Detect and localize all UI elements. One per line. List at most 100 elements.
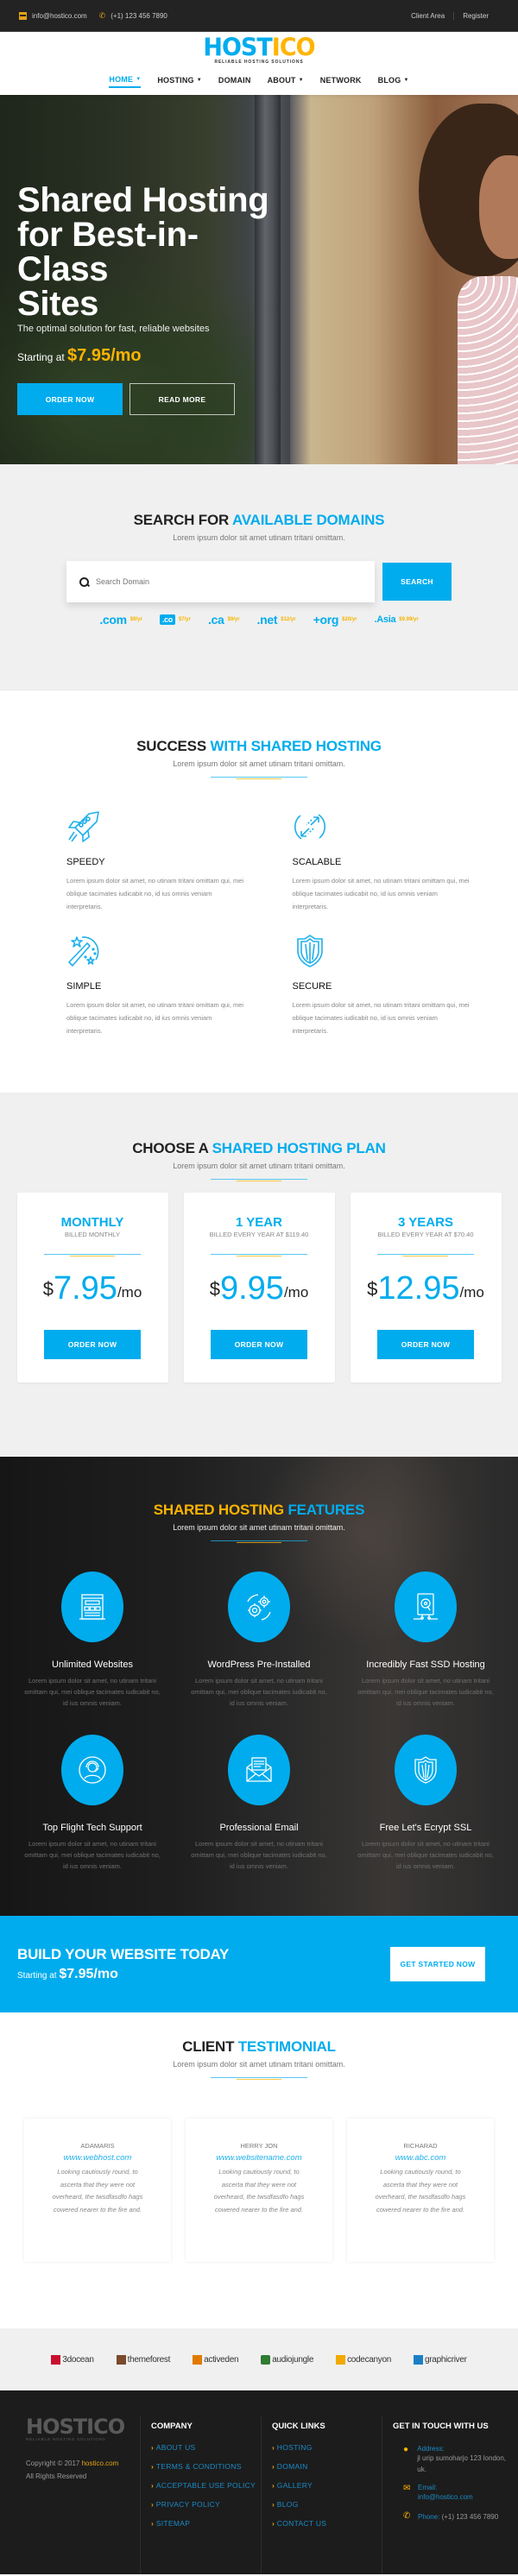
main-nav: HOME ▼ HOSTING ▼ DOMAIN ABOUT ▼ NETWORK BLO… <box>109 75 408 88</box>
feature-card: Professional Email Lorem ipsum dolor sit… <box>176 1735 343 1872</box>
footer-link-privacy[interactable]: PRIVACY POLICY <box>151 2498 261 2510</box>
plan-card-monthly: MONTHLY BILLED MONTHLY $7.95/mo ORDER NO… <box>16 1193 168 1382</box>
benefit-title: SPEEDY <box>66 857 105 867</box>
nav-item-blog[interactable]: BLOG ▼ <box>378 75 409 88</box>
plan-divider <box>211 1254 307 1257</box>
copyright-link[interactable]: hostico.com <box>82 2459 119 2467</box>
hero-title: Shared Hosting for Best-in-Class Sites <box>17 181 269 323</box>
footer-link-sitemap[interactable]: SITEMAP <box>151 2517 261 2529</box>
activeden-logo-icon <box>193 2354 203 2365</box>
footer-email: ✉ Email: info@hostico.com <box>403 2484 473 2501</box>
ssd-drive-icon <box>414 1593 438 1620</box>
partner-logo-graphicriver[interactable]: graphicriver <box>414 2354 467 2365</box>
footer-link-about-us[interactable]: ABOUT US <box>151 2441 261 2453</box>
nav-item-hosting[interactable]: HOSTING ▼ <box>157 75 202 88</box>
footer-logo[interactable]: HOSTICO RELIABLE HOSTING SOLUTIONS <box>26 2416 140 2441</box>
hero-photo-shirt <box>458 276 518 464</box>
topbar-email[interactable]: info@hostico.com <box>19 11 87 20</box>
graphicriver-logo-icon <box>414 2354 424 2365</box>
plan-order-button[interactable]: ORDER NOW <box>377 1330 474 1359</box>
benefit-title: SECURE <box>292 981 332 992</box>
cta-title: BUILD YOUR WEBSITE TODAY <box>17 1946 230 1962</box>
partner-logo-3docean[interactable]: 3docean <box>51 2354 94 2365</box>
footer-link-domain[interactable]: DOMAIN <box>272 2460 382 2472</box>
benefit-title: SCALABLE <box>292 857 342 867</box>
client-area-link[interactable]: Client Area <box>402 12 453 20</box>
get-started-button[interactable]: GET STARTED NOW <box>390 1947 485 1981</box>
plan-card-1-year: 1 YEAR BILLED EVERY YEAR AT $119.40 $9.9… <box>183 1193 335 1382</box>
hero-read-more-button[interactable]: READ MORE <box>130 383 235 415</box>
phone-icon: ✆ <box>98 10 106 20</box>
section-divider <box>211 1540 307 1544</box>
plan-price: $7.95/mo <box>42 1270 142 1307</box>
site-footer: HOSTICO RELIABLE HOSTING SOLUTIONS Copyr… <box>0 2390 518 2574</box>
plan-billing: BILLED EVERY YEAR AT $119.40 <box>209 1231 309 1238</box>
benefit-text: Lorem ipsum dolor sit amet, no utinam tr… <box>66 877 244 910</box>
3docean-logo-icon <box>51 2354 61 2365</box>
feature-card: Free Let's Ecrypt SSL Lorem ipsum dolor … <box>343 1735 509 1872</box>
testimonial-site-link[interactable]: www.webhost.com <box>64 2153 132 2163</box>
features-subtitle: Lorem ipsum dolor sit amet utinam tritan… <box>173 1523 345 1532</box>
sync-arrows-icon <box>294 814 325 840</box>
feature-text: Lorem ipsum dolor sit amet, no utinam tr… <box>191 1840 327 1870</box>
footer-email-link[interactable]: info@hostico.com <box>418 2493 473 2501</box>
plan-billing: BILLED MONTHLY <box>64 1231 121 1238</box>
testimonial-site-link[interactable]: www.abc.com <box>395 2153 446 2163</box>
benefit-text: Lorem ipsum dolor sit amet, no utinam tr… <box>292 877 470 910</box>
nav-item-network[interactable]: NETWORK <box>320 75 362 88</box>
pricing-section: CHOOSE A SHARED HOSTING PLAN Lorem ipsum… <box>0 1093 518 1457</box>
nav-item-about[interactable]: ABOUT ▼ <box>268 75 304 88</box>
topbar-phone[interactable]: ✆ (+1) 123 456 7890 <box>99 11 167 21</box>
site-header: HOSTICO RELIABLE HOSTING SOLUTIONS HOME ▼… <box>0 32 518 95</box>
plan-divider <box>44 1254 141 1257</box>
partner-logo-audiojungle[interactable]: audiojungle <box>261 2354 313 2365</box>
tld-price-list: .com $9/yr .co $7/yr .ca $9/yr .net $12/yr +… <box>0 613 518 627</box>
cta-starting-price: Starting at $7.95/mo <box>17 1967 118 1981</box>
domain-search-button[interactable]: SEARCH <box>382 563 452 601</box>
plan-order-button[interactable]: ORDER NOW <box>44 1330 141 1359</box>
magic-wand-icon <box>68 936 99 967</box>
footer-link-blog[interactable]: BLOG <box>272 2498 382 2510</box>
feature-title: Professional Email <box>219 1823 299 1833</box>
tld-item: .ca $9/yr <box>207 613 240 627</box>
website-layout-icon <box>79 1594 105 1620</box>
plan-name: 3 YEARS <box>398 1215 453 1230</box>
chevron-down-icon: ▼ <box>298 78 304 83</box>
testimonial-site-link[interactable]: www.websitename.com <box>216 2153 301 2163</box>
feature-card: Top Flight Tech Support Lorem ipsum dolo… <box>9 1735 176 1872</box>
site-logo[interactable]: HOSTICO RELIABLE HOSTING SOLUTIONS <box>203 35 315 65</box>
section-divider <box>211 1179 307 1182</box>
register-link[interactable]: Register <box>453 11 497 20</box>
partner-logo-activeden[interactable]: activeden <box>193 2354 239 2365</box>
nav-item-domain[interactable]: DOMAIN <box>218 75 251 88</box>
copyright: Copyright © 2017 hostico.com All Rights … <box>26 2459 119 2480</box>
plan-order-button[interactable]: ORDER NOW <box>211 1330 307 1359</box>
hero-order-now-button[interactable]: ORDER NOW <box>17 383 123 415</box>
rocket-icon <box>68 811 99 842</box>
footer-quick-links-title: QUICK LINKS <box>272 2422 325 2431</box>
partner-logo-codecanyon[interactable]: codecanyon <box>336 2354 391 2365</box>
domain-search-subtitle: Lorem ipsum dolor sit amet utinam tritan… <box>173 533 345 542</box>
domain-search-input[interactable] <box>96 577 355 586</box>
domain-search-section: SEARCH FOR AVAILABLE DOMAINS Lorem ipsum… <box>0 464 518 690</box>
footer-link-hosting[interactable]: HOSTING <box>272 2441 382 2453</box>
plan-name: 1 YEAR <box>236 1215 282 1230</box>
footer-link-contact[interactable]: CONTACT US <box>272 2517 382 2529</box>
plan-price: $12.95/mo <box>367 1270 484 1307</box>
feature-title: Incredibly Fast SSD Hosting <box>366 1660 485 1670</box>
benefit-secure: SECURE Lorem ipsum dolor sit amet, no ut… <box>293 934 472 1037</box>
footer-company-title: COMPANY <box>151 2422 193 2431</box>
partner-logo-themeforest[interactable]: themeforest <box>116 2354 170 2365</box>
testimonial-card: RICHARAD www.abc.com Looking cautiously … <box>347 2119 494 2262</box>
footer-link-gallery[interactable]: GALLERY <box>272 2479 382 2491</box>
testimonials-title: CLIENT TESTIMONIAL <box>182 2038 336 2055</box>
footer-link-acceptable-use[interactable]: ACCEPTABLE USE POLICY <box>151 2479 261 2491</box>
nav-item-home[interactable]: HOME ▼ <box>109 75 142 88</box>
footer-contact-title: GET IN TOUCH WITH US <box>393 2422 489 2431</box>
footer-link-terms[interactable]: TERMS & CONDITIONS <box>151 2460 261 2472</box>
features-section: SHARED HOSTING FEATURES Lorem ipsum dolo… <box>0 1457 518 1916</box>
feature-card: Unlimited Websites Lorem ipsum dolor sit… <box>9 1571 176 1709</box>
support-agent-icon <box>79 1756 106 1784</box>
partner-logos: 3docean themeforest activeden audiojungl… <box>0 2328 518 2390</box>
plan-billing: BILLED EVERY YEAR AT $70.40 <box>377 1231 474 1238</box>
